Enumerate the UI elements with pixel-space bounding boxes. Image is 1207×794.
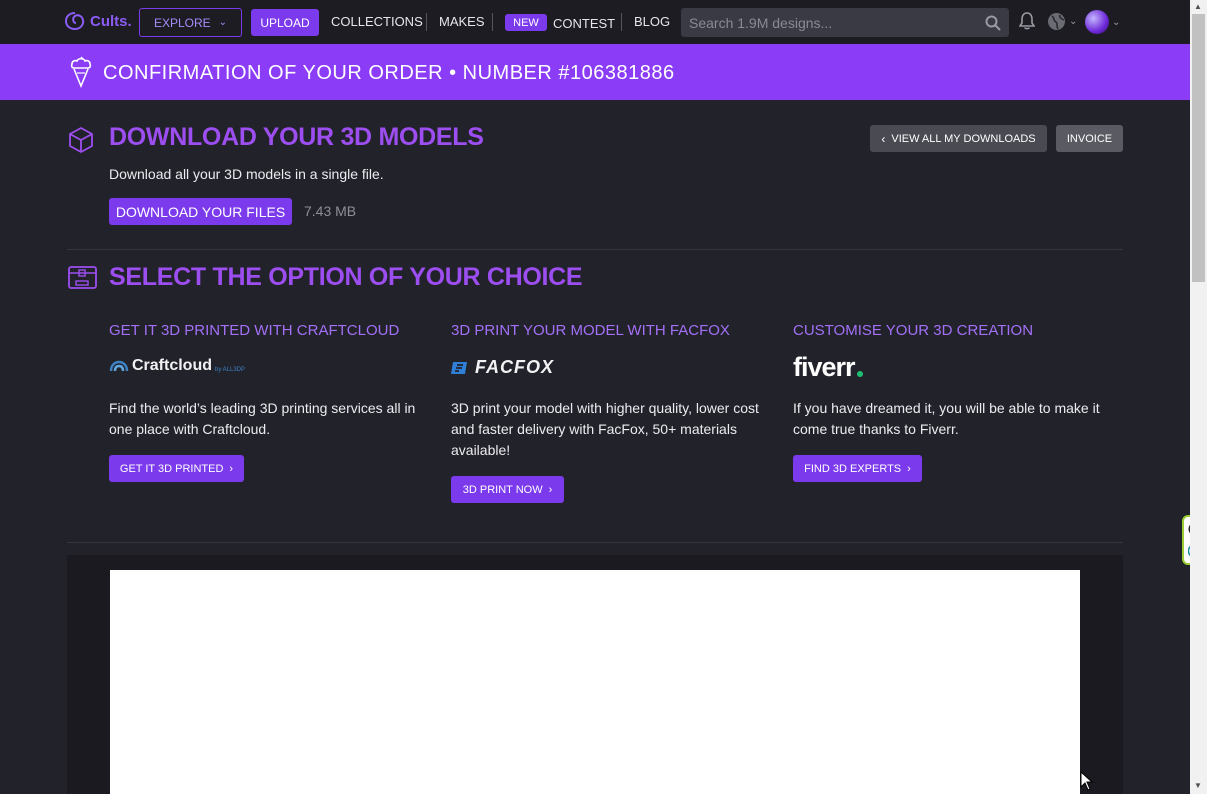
bell-icon xyxy=(1019,12,1035,30)
chevron-down-icon: ⌄ xyxy=(1112,16,1121,28)
fiverr-dot-icon xyxy=(856,371,863,377)
nav-collections[interactable]: COLLECTIONS xyxy=(331,14,423,29)
user-menu[interactable]: ⌄ xyxy=(1085,10,1120,34)
scrollbar-thumb[interactable] xyxy=(1192,14,1205,282)
nav-divider xyxy=(492,13,493,31)
printer-3d-icon xyxy=(68,266,97,289)
craftcloud-logo[interactable]: Craftcloud by ALL3DP xyxy=(109,357,245,375)
nav-divider xyxy=(426,13,427,31)
craftcloud-logo-icon xyxy=(109,360,129,372)
section-divider xyxy=(67,249,1123,250)
scroll-down-icon[interactable]: ▼ xyxy=(1194,781,1202,790)
3d-print-now-label: 3D PRINT NOW xyxy=(462,483,543,496)
chevron-down-icon: ⌄ xyxy=(1069,16,1078,27)
ice-cream-icon xyxy=(70,56,92,88)
invoice-button[interactable]: INVOICE xyxy=(1056,125,1123,152)
view-all-downloads-label: VIEW ALL MY DOWNLOADS xyxy=(891,132,1036,145)
chevron-left-icon: ‹ xyxy=(881,131,886,146)
cults-logo[interactable]: Cults. xyxy=(64,11,132,31)
fiverr-logo[interactable]: fiverr xyxy=(793,352,863,383)
box-3d-icon xyxy=(69,127,93,153)
view-all-downloads-button[interactable]: ‹ VIEW ALL MY DOWNLOADS xyxy=(870,125,1047,152)
fiverr-description: If you have dreamed it, you will be able… xyxy=(793,400,1100,437)
upload-button[interactable]: UPLOAD xyxy=(251,9,319,36)
get-it-3d-printed-label: GET IT 3D PRINTED xyxy=(119,462,224,475)
3d-print-now-button[interactable]: 3D PRINT NOW › xyxy=(451,476,564,503)
file-size: 7.43 MB xyxy=(304,203,357,219)
explore-button[interactable]: EXPLORE ⌄ xyxy=(139,8,242,37)
order-confirmation-banner: CONFIRMATION OF YOUR ORDER • NUMBER #106… xyxy=(0,44,1190,100)
search-box xyxy=(681,8,1009,37)
chevron-down-icon: ⌄ xyxy=(218,17,228,28)
find-3d-experts-button[interactable]: FIND 3D EXPERTS › xyxy=(793,455,922,482)
options-section-title: SELECT THE OPTION OF YOUR CHOICE xyxy=(109,263,583,291)
fiverr-heading: CUSTOMISE YOUR 3D CREATION xyxy=(793,322,1034,339)
explore-label: EXPLORE xyxy=(153,15,211,30)
section-divider xyxy=(67,542,1123,543)
fiverr-brand: fiverr xyxy=(793,352,856,382)
craftcloud-description: Find the world’s leading 3D printing ser… xyxy=(109,400,416,437)
get-it-3d-printed-button[interactable]: GET IT 3D PRINTED › xyxy=(109,455,244,482)
craftcloud-brand: Craftcloud xyxy=(132,357,212,374)
facfox-logo[interactable]: FACFOX xyxy=(451,357,554,378)
search-input[interactable] xyxy=(689,14,985,31)
nav-divider xyxy=(621,13,622,31)
download-section-title: DOWNLOAD YOUR 3D MODELS xyxy=(109,123,484,151)
cults-logo-icon xyxy=(64,12,85,31)
find-3d-experts-label: FIND 3D EXPERTS xyxy=(804,462,902,475)
craftcloud-heading: GET IT 3D PRINTED WITH CRAFTCLOUD xyxy=(109,322,400,339)
craftcloud-brand-suffix: by ALL3DP xyxy=(215,367,246,373)
download-description: Download all your 3D models in a single … xyxy=(109,166,384,182)
nav-makes[interactable]: MAKES xyxy=(439,14,485,29)
mouse-cursor-icon xyxy=(1080,771,1094,791)
top-navigation-bar: Cults. EXPLORE ⌄ UPLOAD COLLECTIONS MAKE… xyxy=(0,0,1190,44)
facfox-logo-icon xyxy=(451,361,467,374)
logo-text: Cults. xyxy=(90,12,132,30)
nav-blog[interactable]: BLOG xyxy=(634,14,670,29)
download-files-button[interactable]: DOWNLOAD YOUR FILES xyxy=(109,198,292,225)
preview-frame xyxy=(110,570,1080,794)
facfox-description: 3D print your model with higher quality,… xyxy=(451,400,759,458)
globe-icon xyxy=(1048,13,1065,30)
language-selector[interactable]: ⌄ xyxy=(1047,12,1077,31)
chevron-right-icon: › xyxy=(548,483,553,496)
nav-contest[interactable]: CONTEST xyxy=(553,16,615,31)
search-icon[interactable] xyxy=(985,15,1001,31)
facfox-brand: FACFOX xyxy=(475,357,555,377)
chevron-right-icon: › xyxy=(907,462,911,475)
order-confirmation-title: CONFIRMATION OF YOUR ORDER • NUMBER #106… xyxy=(103,62,675,84)
notifications-button[interactable] xyxy=(1019,12,1035,30)
chevron-right-icon: › xyxy=(229,462,234,475)
scroll-up-icon[interactable]: ▲ xyxy=(1194,2,1202,11)
avatar xyxy=(1085,10,1109,34)
facfox-heading: 3D PRINT YOUR MODEL WITH FACFOX xyxy=(451,322,730,339)
new-badge: NEW xyxy=(505,14,547,31)
